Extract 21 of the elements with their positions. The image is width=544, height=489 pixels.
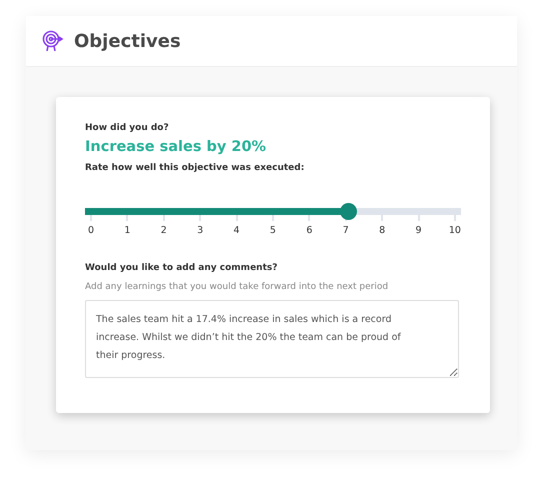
tick-label: 9 <box>415 225 422 236</box>
tick-label: 10 <box>448 225 461 236</box>
target-icon <box>42 30 64 52</box>
slider-thumb[interactable] <box>340 203 358 220</box>
comments-field[interactable]: The sales team hit a 17.4% increase in sales which is a record increase. Whilst we didn’t hit the 20% the team can be proud of their progress. <box>85 300 459 378</box>
tick-label: 1 <box>124 225 130 236</box>
rating-label: Rate how well this objective was executed: <box>85 163 306 173</box>
panel-title: Objectives <box>74 30 181 52</box>
rating-slider[interactable] <box>85 203 461 220</box>
tick-label: 4 <box>234 225 240 236</box>
tick-label: 8 <box>379 225 386 236</box>
objective-title: Increase sales by 20% <box>85 139 268 155</box>
comments-hint: Add any learnings that you would take forward into the next period <box>85 282 390 292</box>
comments-label: Would you like to add any comments? <box>85 263 278 273</box>
tick-label: 5 <box>270 225 276 236</box>
tick-label: 6 <box>306 225 312 236</box>
tick-label: 0 <box>88 225 94 236</box>
tick-label: 7 <box>342 225 349 236</box>
tick-label: 3 <box>197 225 204 236</box>
tick-label: 2 <box>160 225 167 236</box>
question-label: How did you do? <box>85 123 170 133</box>
